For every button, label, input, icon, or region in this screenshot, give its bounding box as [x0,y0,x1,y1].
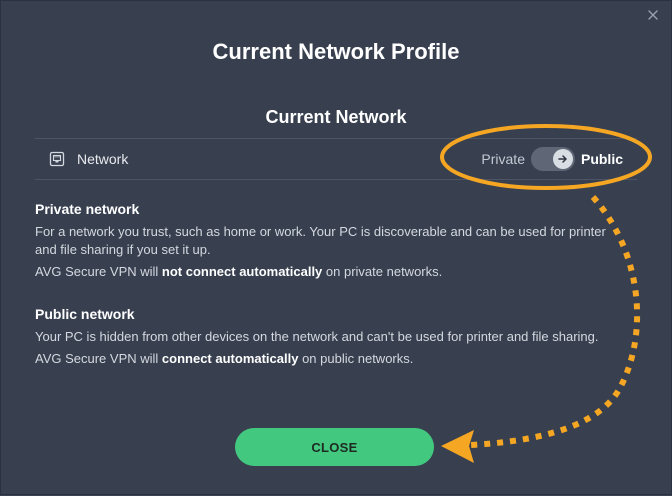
network-row: Network Private Public [35,138,637,180]
public-vpn-note: AVG Secure VPN will connect automaticall… [35,351,414,366]
section-title: Current Network [265,107,407,127]
private-network-section: Private network For a network you trust,… [35,201,611,285]
private-heading: Private network [35,201,140,217]
public-heading: Public network [35,306,135,322]
private-label[interactable]: Private [481,151,525,167]
close-button[interactable]: CLOSE [235,428,434,466]
private-vpn-note: AVG Secure VPN will not connect automati… [35,264,443,279]
public-label[interactable]: Public [581,151,623,167]
arrow-right-icon [558,155,567,163]
public-description: Your PC is hidden from other devices on … [35,329,599,344]
public-network-section: Public network Your PC is hidden from ot… [35,306,611,372]
dialog-title: Current Network Profile [212,39,460,64]
profile-toggle[interactable] [530,147,575,171]
private-description: For a network you trust, such as home or… [35,224,606,257]
network-profile-dialog: Current Network Profile Current Network … [0,0,672,495]
close-icon[interactable] [645,7,661,23]
network-name: Network [77,151,129,167]
toggle-knob[interactable] [552,149,573,169]
profile-toggle-group: Private Public [481,147,623,171]
arrow-head-icon [441,430,474,463]
ethernet-port-icon [49,151,65,167]
